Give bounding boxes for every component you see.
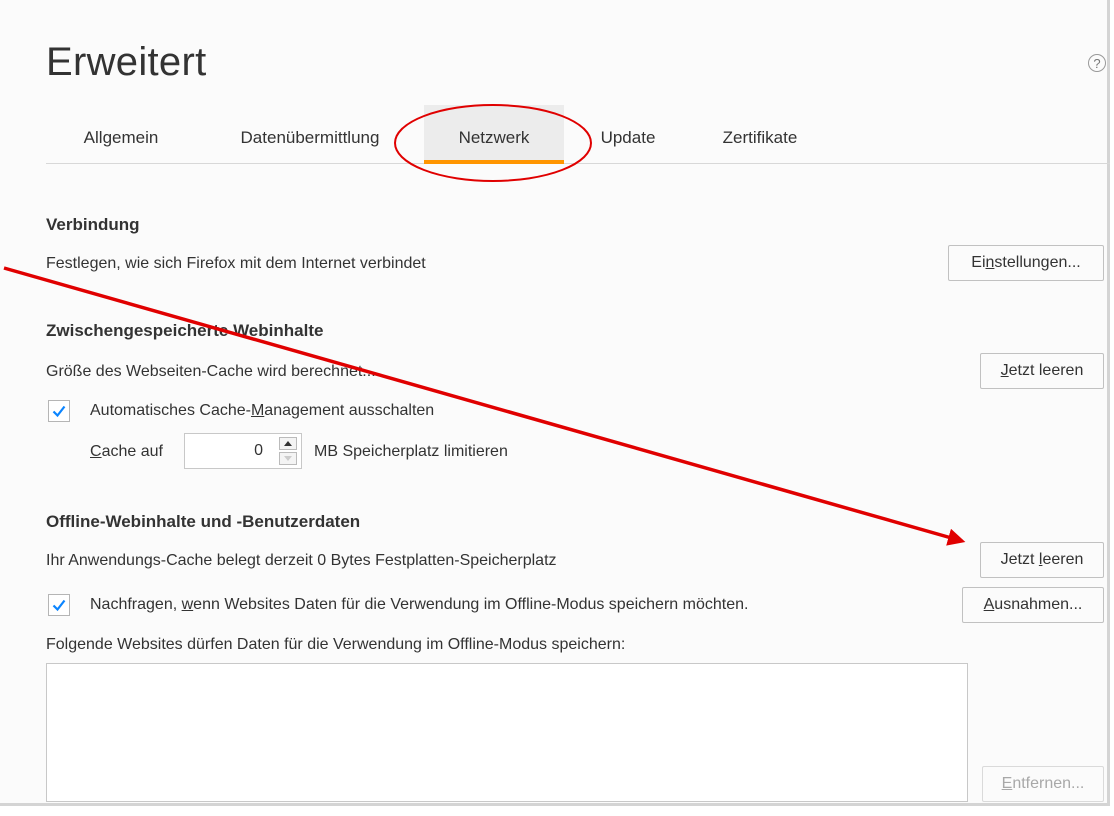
access-key: C [90,443,102,460]
cache-size-value: 0 [254,442,263,459]
page-title: Erweitert [46,40,207,84]
tab-label: Allgemein [83,128,159,147]
connection-settings-button[interactable]: Einstellungen... [948,245,1104,281]
preferences-pane: Erweitert ? Allgemein Datenübermittlung … [0,0,1110,806]
cache-clear-button[interactable]: Jetzt leeren [980,353,1104,389]
label-part: Nachfragen, [90,596,182,613]
help-icon[interactable]: ? [1088,54,1106,72]
cache-override-label: Automatisches Cache-Management ausschalt… [90,402,434,420]
offline-remove-button[interactable]: Entfernen... [982,766,1104,802]
offline-list-label: Folgende Websites dürfen Daten für die V… [46,636,626,653]
button-label-part: eeren [1042,551,1084,568]
tab-bar: Allgemein Datenübermittlung Netzwerk Upd… [46,105,1110,164]
cache-limit-label: Cache auf [90,443,163,461]
access-key: J [1000,362,1009,379]
tab-allgemein[interactable]: Allgemein [46,105,196,163]
tab-zertifikate[interactable]: Zertifikate [692,105,828,163]
offline-ask-label: Nachfragen, wenn Websites Daten für die … [90,596,748,614]
checkmark-icon [52,405,66,418]
cache-override-checkbox[interactable] [48,400,70,422]
tab-netzwerk[interactable]: Netzwerk [424,105,564,164]
access-key: M [250,402,265,419]
offline-clear-button[interactable]: Jetzt leeren [980,542,1104,578]
access-key: E [1001,775,1013,792]
label-part: anagement ausschalten [264,402,435,419]
label-part: Automatisches Cache- [90,402,251,419]
connection-description: Festlegen, wie sich Firefox mit dem Inte… [46,255,426,272]
label-part: ache auf [101,443,163,460]
tab-datenuebermittlung[interactable]: Datenübermittlung [196,105,424,163]
access-key: w [181,596,194,613]
offline-status: Ihr Anwendungs-Cache belegt derzeit 0 By… [46,552,557,569]
cache-size-stepper[interactable] [279,437,297,465]
button-label-part: stellungen... [994,254,1081,271]
tab-update[interactable]: Update [564,105,692,163]
label-part: enn Websites Daten für die Verwendung im… [193,596,749,613]
cache-status: Größe des Webseiten-Cache wird berechnet… [46,363,376,380]
checkmark-icon [52,599,66,612]
button-label-part: Ei [971,254,986,271]
offline-exceptions-button[interactable]: Ausnahmen... [962,587,1104,623]
button-label-part: etzt leeren [1008,362,1084,379]
access-key: A [983,596,995,613]
tab-label: Zertifikate [722,128,798,147]
spin-up-icon[interactable] [279,437,297,450]
button-label-part: Jetzt [1000,551,1039,568]
tab-label: Datenübermittlung [240,128,380,147]
cache-limit-suffix: MB Speicherplatz limitieren [314,443,508,460]
offline-sites-list[interactable] [46,663,968,802]
offline-ask-checkbox[interactable] [48,594,70,616]
tab-label: Update [600,128,656,147]
offline-heading: Offline-Webinhalte und -Benutzerdaten [46,512,361,531]
tab-label: Netzwerk [458,128,530,147]
cache-size-input[interactable]: 0 [184,433,302,469]
spin-down-icon[interactable] [279,452,297,465]
button-label-part: usnahmen... [994,596,1083,613]
connection-heading: Verbindung [46,215,140,234]
cache-heading: Zwischengespeicherte Webinhalte [46,321,324,340]
button-label-part: ntfernen... [1012,775,1085,792]
